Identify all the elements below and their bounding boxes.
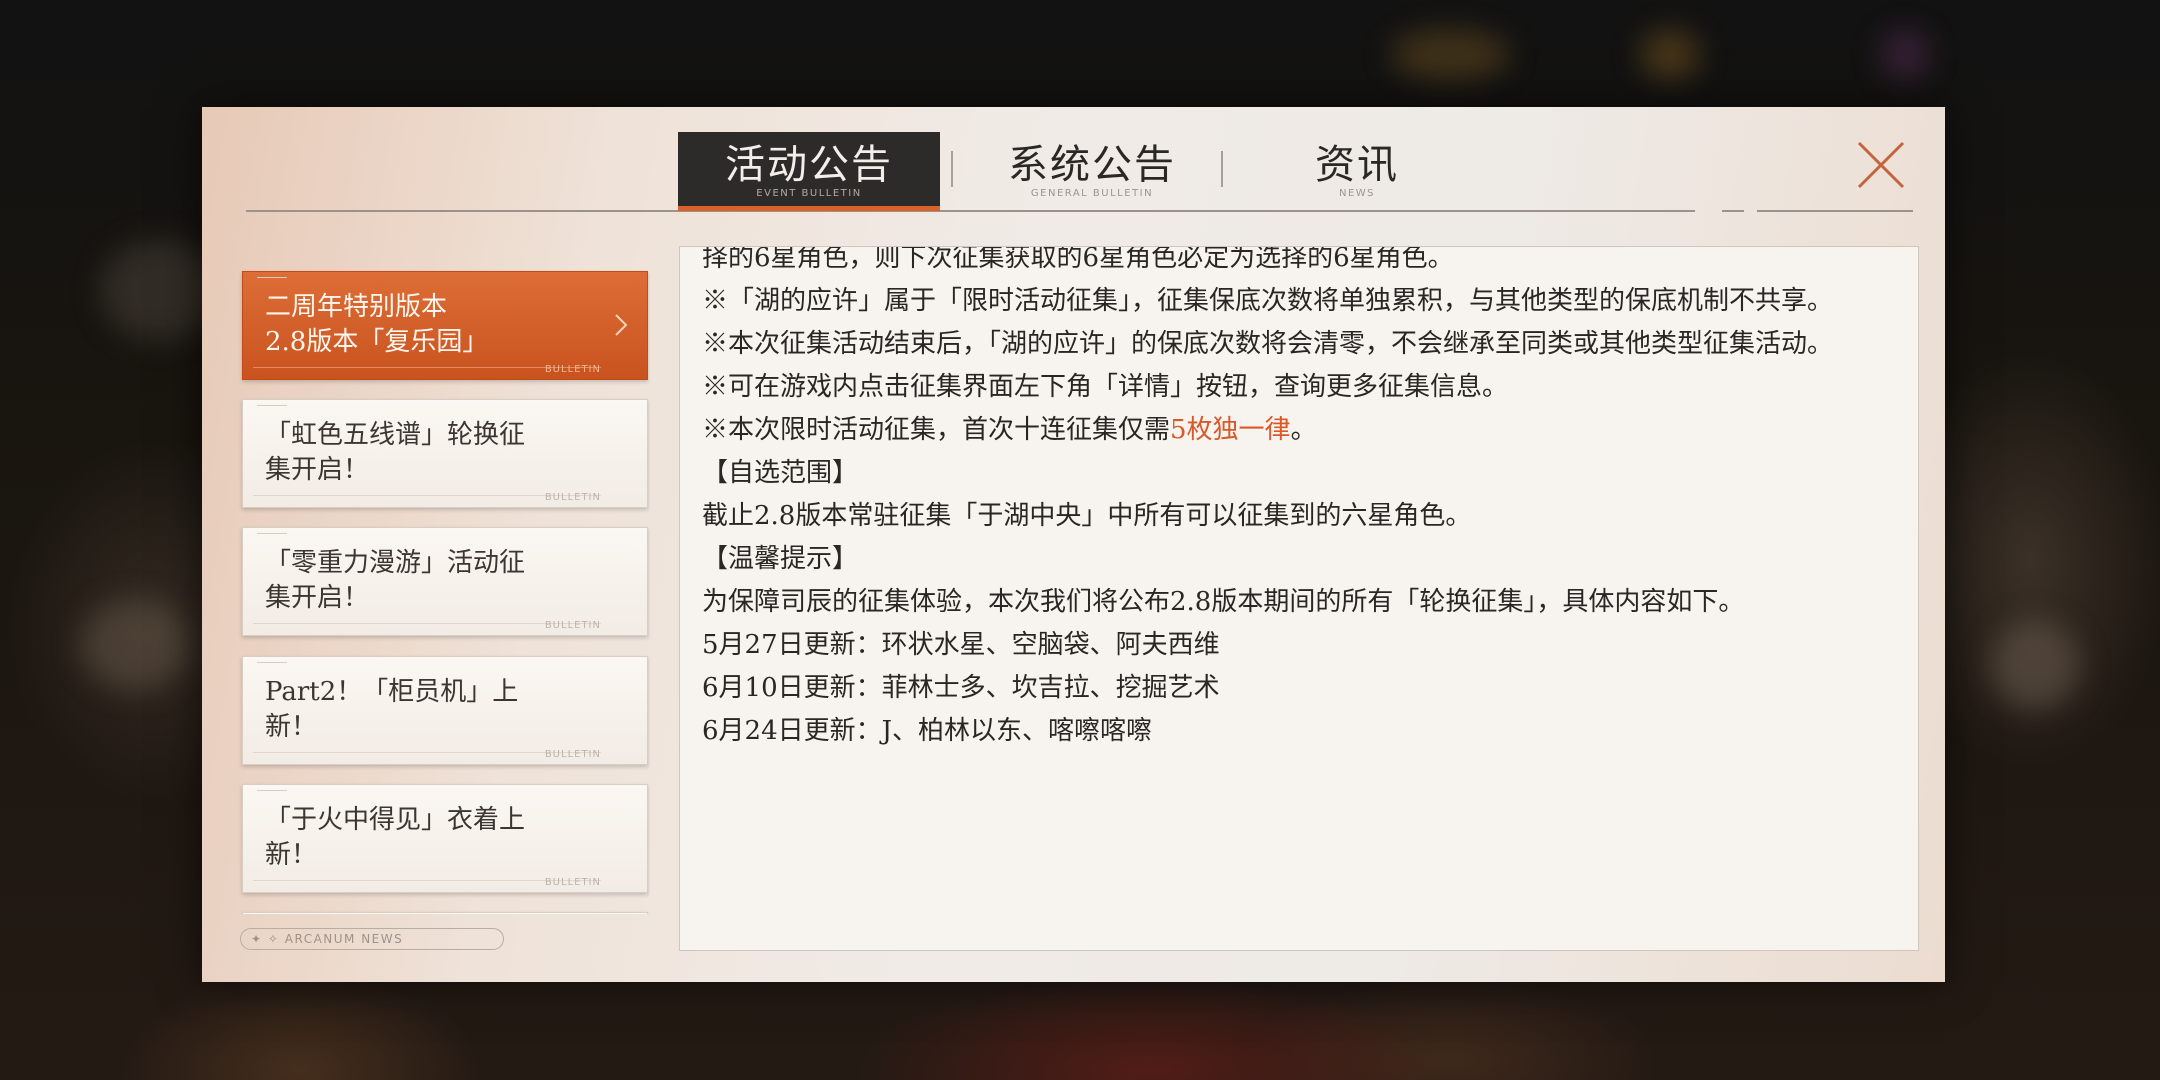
content-update-line: 5月27日更新：环状水星、空脑袋、阿夫西维 xyxy=(702,630,1220,660)
tab-separator xyxy=(1221,151,1223,187)
content-update-line: 6月10日更新：菲林士多、坎吉拉、挖掘艺术 xyxy=(702,673,1220,703)
content-paragraph: ※本次征集活动结束后，「湖的应许」的保底次数将会清零，不会继承至同类或其他类型征… xyxy=(702,329,1834,359)
news-item-fire-outfit[interactable]: 「于火中得见」衣着上 新！ BULLETIN xyxy=(242,784,648,893)
chevron-right-icon xyxy=(615,314,628,336)
content-paragraph: 为保障司辰的征集体验，本次我们将公布2.8版本期间的所有「轮换征集」，具体内容如… xyxy=(702,587,1745,617)
content-paragraph: ※「湖的应许」属于「限时活动征集」，征集保底次数将单独累积，与其他类型的保底机制… xyxy=(702,286,1834,316)
tab-label: 资讯 xyxy=(1315,142,1399,188)
news-item-tag: BULLETIN xyxy=(544,620,601,631)
tab-event-bulletin[interactable]: 活动公告 EVENT BULLETIN xyxy=(678,132,940,211)
tab-divider-line xyxy=(246,210,1695,212)
arcanum-news-label: ✦ ✧ ARCANUM NEWS xyxy=(240,928,504,950)
tab-label: 活动公告 xyxy=(725,142,893,188)
news-item-tag: BULLETIN xyxy=(544,364,601,375)
content-heading: 【自选范围】 xyxy=(702,458,859,488)
tab-news[interactable]: 资讯 NEWS xyxy=(1242,132,1472,211)
news-item-tag: BULLETIN xyxy=(544,749,601,760)
tab-sublabel: GENERAL BULLETIN xyxy=(1030,188,1154,199)
news-item-title: 二周年特别版本 2.8版本「复乐园」 xyxy=(265,292,489,357)
news-item-partial[interactable] xyxy=(242,912,648,914)
news-item-title: 「于火中得见」衣着上 新！ xyxy=(265,805,526,870)
close-icon[interactable] xyxy=(1853,137,1909,193)
news-item-title: 「虹色五线谱」轮换征 集开启！ xyxy=(265,420,526,485)
news-item-anniversary[interactable]: 二周年特别版本 2.8版本「复乐园」 BULLETIN xyxy=(242,271,648,380)
tab-label: 系统公告 xyxy=(1008,142,1176,188)
announcement-content[interactable]: 择的6星角色，则下次征集获取的6星角色必定为选择的6星角色。 ※「湖的应许」属于… xyxy=(679,246,1919,951)
content-paragraph: ※本次限时活动征集，首次十连征集仅需5枚独一律。 xyxy=(702,415,1317,445)
content-cut-line: 择的6星角色，则下次征集获取的6星角色必定为选择的6星角色。 xyxy=(702,246,1454,273)
news-item-title: Part2！「柜员机」上 新！ xyxy=(265,677,519,742)
news-item-tag: BULLETIN xyxy=(544,492,601,503)
tab-separator xyxy=(951,151,953,187)
tab-divider-line-short xyxy=(1722,210,1744,212)
news-item-title: 「零重力漫游」活动征 集开启！ xyxy=(265,548,526,613)
tab-sublabel: EVENT BULLETIN xyxy=(756,188,862,199)
content-paragraph: ※可在游戏内点击征集界面左下角「详情」按钮，查询更多征集信息。 xyxy=(702,372,1509,402)
news-item-zero-gravity[interactable]: 「零重力漫游」活动征 集开启！ BULLETIN xyxy=(242,527,648,636)
news-item-tag: BULLETIN xyxy=(544,877,601,888)
tab-divider-line-right xyxy=(1757,210,1913,212)
news-list: 二周年特别版本 2.8版本「复乐园」 BULLETIN 「虹色五线谱」轮换征 集… xyxy=(238,264,650,914)
announcement-panel: 活动公告 EVENT BULLETIN 系统公告 GENERAL BULLETI… xyxy=(202,107,1945,982)
content-heading: 【温馨提示】 xyxy=(702,544,859,574)
news-item-atm[interactable]: Part2！「柜员机」上 新！ BULLETIN xyxy=(242,656,648,765)
news-item-rainbow-staff[interactable]: 「虹色五线谱」轮换征 集开启！ BULLETIN xyxy=(242,399,648,508)
tab-general-bulletin[interactable]: 系统公告 GENERAL BULLETIN xyxy=(972,132,1212,211)
tab-sublabel: NEWS xyxy=(1338,188,1376,199)
highlighted-cost: 5枚独一律 xyxy=(1170,415,1291,445)
content-paragraph: 截止2.8版本常驻征集「于湖中央」中所有可以征集到的六星角色。 xyxy=(702,501,1472,531)
announcement-text: 择的6星角色，则下次征集获取的6星角色必定为选择的6星角色。 ※「湖的应许」属于… xyxy=(702,246,1902,753)
content-update-line: 6月24日更新：J、柏林以东、喀嚓喀嚓 xyxy=(702,716,1153,746)
